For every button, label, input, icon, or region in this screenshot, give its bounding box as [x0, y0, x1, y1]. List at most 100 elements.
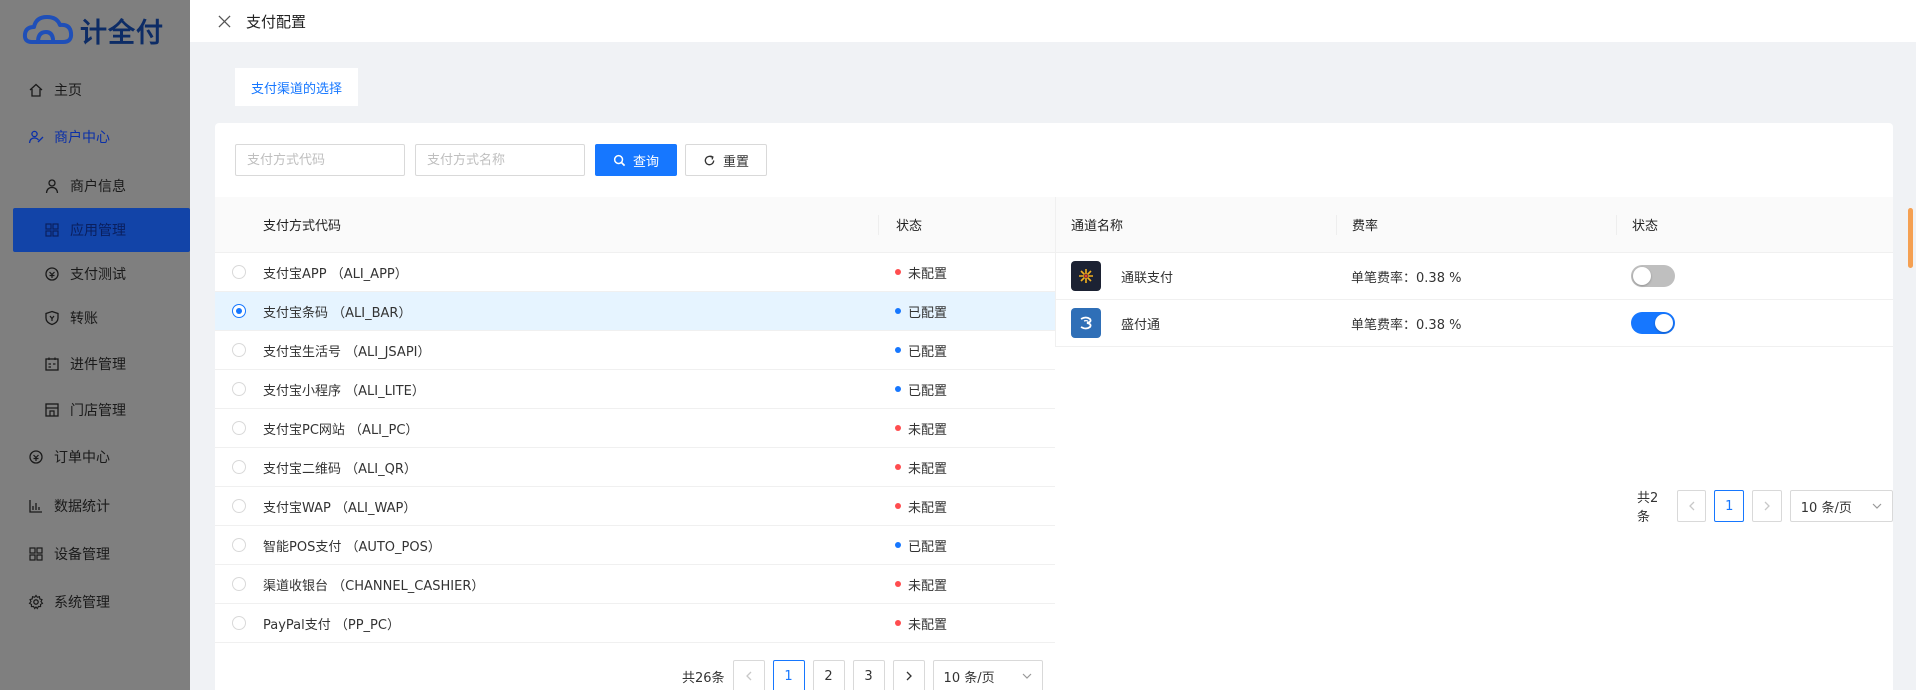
status-text: 未配置: [908, 266, 948, 282]
row-radio[interactable]: [232, 460, 246, 474]
payment-method-name: 智能POS支付 （AUTO_POS）: [263, 539, 441, 555]
store-icon: [44, 402, 60, 418]
sidebar-item-apps[interactable]: 应用管理: [13, 208, 190, 252]
page-size-value: 10 条/页: [1800, 500, 1852, 516]
sidebar-item-label: 设备管理: [54, 547, 110, 563]
sidebar-item-merchant[interactable]: 商户中心: [0, 115, 190, 159]
device-icon: [28, 546, 44, 562]
sidebar-item-home[interactable]: 主页: [0, 68, 190, 112]
row-radio[interactable]: [232, 265, 246, 279]
status-text: 已配置: [908, 539, 948, 555]
tab-channel-select[interactable]: 支付渠道的选择: [235, 68, 359, 106]
sidebar-item-store[interactable]: 门店管理: [0, 388, 190, 432]
scrollbar[interactable]: [1908, 208, 1913, 268]
table-row[interactable]: 智能POS支付 （AUTO_POS） 已配置: [215, 526, 1055, 565]
status-dot: [895, 308, 901, 314]
rate-value: 0.38 %: [1416, 270, 1462, 286]
sidebar-item-settings[interactable]: 系统管理: [0, 580, 190, 624]
search-button[interactable]: 查询: [595, 144, 677, 176]
status-dot: [895, 620, 901, 626]
row-radio[interactable]: [232, 421, 246, 435]
table-row[interactable]: 支付宝WAP （ALI_WAP） 未配置: [215, 487, 1055, 526]
channel-name: 盛付通: [1121, 317, 1161, 333]
status-dot: [895, 581, 901, 587]
reset-button[interactable]: 重置: [685, 144, 767, 176]
status-text: 已配置: [908, 344, 948, 360]
table-row[interactable]: 支付宝条码 （ALI_BAR） 已配置: [215, 292, 1055, 331]
table-row[interactable]: 支付宝二维码 （ALI_QR） 未配置: [215, 448, 1055, 487]
page-size-select[interactable]: 10 条/页: [932, 660, 1043, 690]
row-radio[interactable]: [232, 499, 246, 513]
payment-name-input[interactable]: [415, 144, 585, 176]
page-button[interactable]: 1: [772, 660, 805, 690]
status-text: 已配置: [908, 383, 948, 399]
page-size-value: 10 条/页: [943, 670, 995, 686]
table-row[interactable]: 支付宝生活号 （ALI_JSAPI） 已配置: [215, 331, 1055, 370]
table-row[interactable]: 渠道收银台 （CHANNEL_CASHIER） 未配置: [215, 565, 1055, 604]
table-row[interactable]: 支付宝PC网站 （ALI_PC） 未配置: [215, 409, 1055, 448]
sidebar-item-transfer[interactable]: 转账: [0, 296, 190, 340]
page-button[interactable]: 1: [1714, 490, 1745, 522]
channel-toggle[interactable]: [1631, 312, 1675, 334]
table-row: 通联支付 单笔费率：0.38 %: [1056, 253, 1893, 300]
toggle-knob: [1655, 314, 1673, 332]
sidebar-item-onboarding[interactable]: 进件管理: [0, 342, 190, 386]
next-page-button[interactable]: [1752, 490, 1782, 522]
table-row: 盛付通 单笔费率：0.38 %: [1056, 300, 1893, 347]
page-size-select[interactable]: 10 条/页: [1789, 490, 1894, 522]
status-text: 已配置: [908, 305, 948, 321]
sidebar-item-chart[interactable]: 数据统计: [0, 484, 190, 528]
table-row[interactable]: PayPal支付 （PP_PC） 未配置: [215, 604, 1055, 643]
page-button[interactable]: 2: [812, 660, 845, 690]
rate-value: 0.38 %: [1416, 317, 1462, 333]
payment-method-name: 支付宝生活号 （ALI_JSAPI）: [263, 344, 431, 360]
chevron-down-icon: [1022, 673, 1031, 679]
sidebar-item-device[interactable]: 设备管理: [0, 532, 190, 576]
search-row: 查询 重置: [235, 144, 767, 176]
allinpay-logo-icon: [1071, 261, 1101, 291]
payment-method-table: 支付方式代码 状态 支付宝APP （ALI_APP） 未配置 支付宝条码 （ALI_…: [215, 197, 1055, 643]
apps-icon: [44, 222, 60, 238]
channel-table: 通道名称 费率 状态 通联支付 单笔费率：0.38 % 盛付通 单笔费率：0.38 %: [1055, 197, 1893, 347]
row-radio[interactable]: [232, 577, 246, 591]
column-header-code: 支付方式代码: [263, 219, 342, 234]
close-icon[interactable]: [216, 13, 232, 29]
sidebar-item-label: 商户信息: [70, 179, 126, 195]
page-button[interactable]: 3: [852, 660, 885, 690]
pagination-total: 共26条: [682, 670, 725, 686]
row-radio[interactable]: [232, 538, 246, 552]
row-radio[interactable]: [232, 616, 246, 630]
sidebar-item-order[interactable]: 订单中心: [0, 435, 190, 479]
payment-method-name: 支付宝APP （ALI_APP）: [263, 266, 408, 282]
settings-icon: [28, 594, 44, 610]
rate-label: 单笔费率：: [1351, 317, 1417, 333]
payment-method-name: 渠道收银台 （CHANNEL_CASHIER）: [263, 578, 485, 594]
shengpay-logo-icon: [1071, 308, 1101, 338]
logo-text: 计全付: [80, 17, 164, 49]
status-text: 未配置: [908, 578, 948, 594]
row-radio[interactable]: [232, 343, 246, 357]
sidebar-item-payment-test[interactable]: 支付测试: [0, 252, 190, 296]
onboarding-icon: [44, 356, 60, 372]
prev-page-button[interactable]: [1676, 490, 1707, 522]
sidebar-item-label: 门店管理: [70, 403, 126, 419]
row-radio[interactable]: [232, 382, 246, 396]
table-row[interactable]: 支付宝小程序 （ALI_LITE） 已配置: [215, 370, 1055, 409]
sidebar-item-label: 订单中心: [54, 450, 110, 466]
chevron-down-icon: [1872, 503, 1882, 509]
next-page-button[interactable]: [892, 660, 925, 690]
drawer-title: 支付配置: [246, 12, 307, 31]
sidebar-item-user[interactable]: 商户信息: [0, 164, 190, 208]
status-dot: [895, 425, 901, 431]
main-area: 支付配置 支付渠道的选择 查询 重置 支付方式代码 状态 支付宝APP （ALI…: [190, 0, 1916, 690]
status-dot: [895, 464, 901, 470]
transfer-icon: [44, 310, 60, 326]
channel-toggle[interactable]: [1631, 265, 1675, 287]
status-text: 未配置: [908, 500, 948, 516]
prev-page-button[interactable]: [732, 660, 765, 690]
sidebar-item-label: 应用管理: [70, 223, 126, 239]
payment-code-input[interactable]: [235, 144, 405, 176]
row-radio[interactable]: [232, 304, 246, 318]
payment-method-name: 支付宝二维码 （ALI_QR）: [263, 461, 417, 477]
table-row[interactable]: 支付宝APP （ALI_APP） 未配置: [215, 253, 1055, 292]
